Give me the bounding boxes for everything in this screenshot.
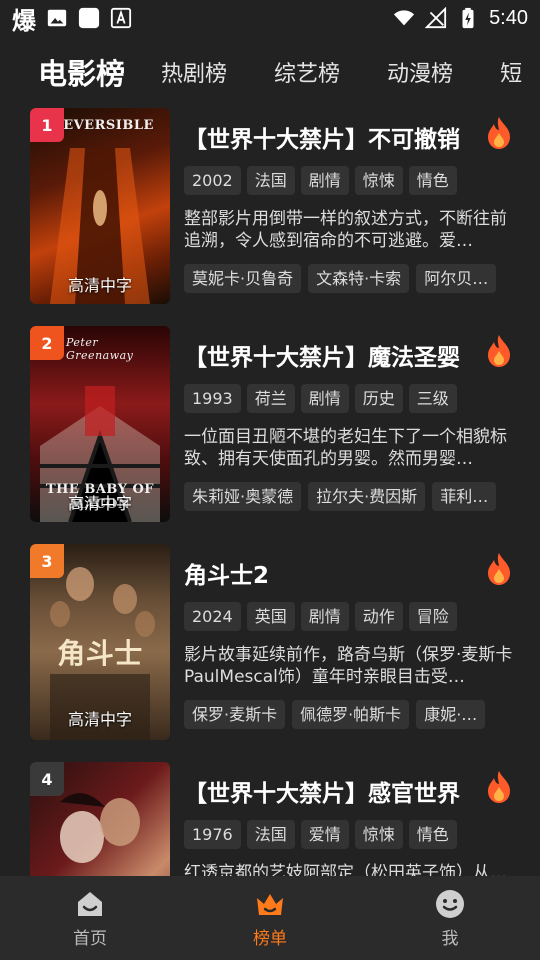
tag-list: 2024 英国 剧情 动作 冒险: [184, 602, 457, 631]
list-item[interactable]: Peter Greenaway THE BABY OF MACON 2 高清中字…: [0, 326, 540, 544]
crown-icon: [257, 893, 283, 915]
poster-title-text: Peter Greenaway: [66, 336, 134, 362]
quality-label: 高清中字: [67, 276, 132, 295]
year-tag: 2002: [184, 166, 241, 195]
rank-badge: 3: [30, 544, 64, 578]
genre-tag: 情色: [408, 820, 457, 849]
fire-icon: [488, 771, 510, 803]
tab-movie-ranking[interactable]: 电影榜: [38, 51, 125, 93]
year-tag: 1976: [184, 820, 241, 849]
genre-tag: 剧情: [300, 384, 349, 413]
region-tag: 英国: [246, 602, 295, 631]
cast-list: 莫妮卡·贝鲁奇 文森特·卡索 阿尔贝…: [184, 264, 514, 293]
fire-icon: [488, 335, 510, 367]
nav-label: 首页: [73, 928, 107, 949]
movie-title[interactable]: 角斗士2: [184, 556, 484, 590]
list-item[interactable]: 角斗士 3 高清中字 角斗士2 2024 英国 剧情 动作 冒险 影片故事延续前…: [0, 544, 540, 762]
tab-tv-ranking[interactable]: 热剧榜: [161, 56, 227, 88]
region-tag: 法国: [246, 166, 295, 195]
movie-description: 整部影片用倒带一样的叙述方式，不断往前追溯，令人感到宿命的不可逃避。爱…: [184, 209, 507, 251]
nav-ranking[interactable]: 榜单: [180, 876, 360, 960]
font-icon: [110, 7, 132, 29]
movie-title[interactable]: 【世界十大禁片】不可撤销: [184, 120, 484, 154]
nav-profile[interactable]: 我: [360, 876, 540, 960]
tag-list: 1993 荷兰 剧情 历史 三级: [184, 384, 457, 413]
genre-tag: 惊悚: [354, 166, 403, 195]
tab-anime-ranking[interactable]: 动漫榜: [387, 56, 453, 88]
list-item[interactable]: IRREVERSIBLE 1 高清中字 【世界十大禁片】不可撤销 2002 法国…: [0, 108, 540, 326]
cast-tag[interactable]: 莫妮卡·贝鲁奇: [184, 264, 302, 293]
cast-tag[interactable]: 阿尔贝…: [416, 264, 497, 293]
cast-tag[interactable]: 保罗·麦斯卡: [184, 700, 286, 729]
image-icon: [47, 9, 67, 27]
bottom-navigation: 首页 榜单 我: [0, 876, 540, 960]
cast-list: 保罗·麦斯卡 佩德罗·帕斯卡 康妮·…: [184, 700, 514, 729]
year-tag: 2024: [184, 602, 241, 631]
movie-description: 红透京都的艺妓阿部定（松田英子饰）从…: [184, 863, 507, 876]
smile-icon: [436, 889, 464, 918]
app-notification-icon: 爆: [12, 6, 36, 35]
clock: 5:40: [489, 6, 528, 29]
genre-tag: 三级: [408, 384, 457, 413]
nav-home[interactable]: 首页: [0, 876, 180, 960]
battery-charging-icon: [462, 7, 474, 29]
region-tag: 荷兰: [246, 384, 295, 413]
genre-tag: 历史: [354, 384, 403, 413]
quality-label: 高清中字: [67, 710, 132, 729]
nav-label: 我: [441, 928, 459, 949]
tab-short-ranking[interactable]: 短: [500, 56, 522, 88]
year-tag: 1993: [184, 384, 241, 413]
poster-image[interactable]: 4: [30, 762, 170, 876]
movie-ranking-list: IRREVERSIBLE 1 高清中字 【世界十大禁片】不可撤销 2002 法国…: [0, 108, 540, 876]
movie-description: 一位面目丑陋不堪的老妇生下了一个相貌标致、拥有天使面孔的男婴。然而男婴…: [184, 427, 507, 469]
genre-tag: 剧情: [300, 602, 349, 631]
genre-tag: 动作: [354, 602, 403, 631]
cast-tag[interactable]: 康妮·…: [416, 700, 486, 729]
cast-tag[interactable]: 拉尔夫·费因斯: [308, 482, 426, 511]
tab-variety-ranking[interactable]: 综艺榜: [274, 56, 340, 88]
cast-list: 朱莉娅·奥蒙德 拉尔夫·费因斯 菲利…: [184, 482, 514, 511]
home-icon: [78, 891, 102, 916]
poster-image[interactable]: 角斗士 3 高清中字: [30, 544, 170, 740]
genre-tag: 剧情: [300, 166, 349, 195]
genre-tag: 情色: [408, 166, 457, 195]
quality-label: 高清中字: [67, 494, 132, 513]
movie-title[interactable]: 【世界十大禁片】魔法圣婴: [184, 338, 484, 372]
tag-list: 2002 法国 剧情 惊悚 情色: [184, 166, 457, 195]
status-bar: 爆 5:40: [0, 0, 540, 36]
genre-tag: 爱情: [300, 820, 349, 849]
poster-image[interactable]: Peter Greenaway THE BABY OF MACON 2 高清中字: [30, 326, 170, 522]
genre-tag: 冒险: [408, 602, 457, 631]
fire-icon: [488, 553, 510, 585]
movie-description: 影片故事延续前作，路奇乌斯（保罗·麦斯卡PaulMescal饰）童年时亲眼目击受…: [184, 645, 513, 687]
cast-tag[interactable]: 朱莉娅·奥蒙德: [184, 482, 302, 511]
cast-tag[interactable]: 佩德罗·帕斯卡: [292, 700, 410, 729]
cast-tag[interactable]: 菲利…: [432, 482, 497, 511]
rank-badge: 2: [30, 326, 64, 360]
movie-title[interactable]: 【世界十大禁片】感官世界: [184, 774, 484, 808]
ranking-tabs: 电影榜 热剧榜 综艺榜 动漫榜 短: [0, 50, 540, 94]
list-item[interactable]: 4 【世界十大禁片】感官世界 1976 法国 爱情 惊悚 情色 红透京都的艺妓阿…: [0, 762, 540, 876]
region-tag: 法国: [246, 820, 295, 849]
no-signal-icon: [425, 7, 447, 29]
poster-image[interactable]: IRREVERSIBLE 1 高清中字: [30, 108, 170, 304]
nav-label: 榜单: [253, 928, 287, 949]
cast-tag[interactable]: 文森特·卡索: [308, 264, 410, 293]
tag-list: 1976 法国 爱情 惊悚 情色: [184, 820, 457, 849]
rank-badge: 4: [30, 762, 64, 796]
fire-icon: [488, 117, 510, 149]
poster-title-text: 角斗士: [57, 637, 143, 670]
genre-tag: 惊悚: [354, 820, 403, 849]
square-icon: [78, 7, 100, 29]
rank-badge: 1: [30, 108, 64, 142]
wifi-icon: [393, 10, 415, 26]
